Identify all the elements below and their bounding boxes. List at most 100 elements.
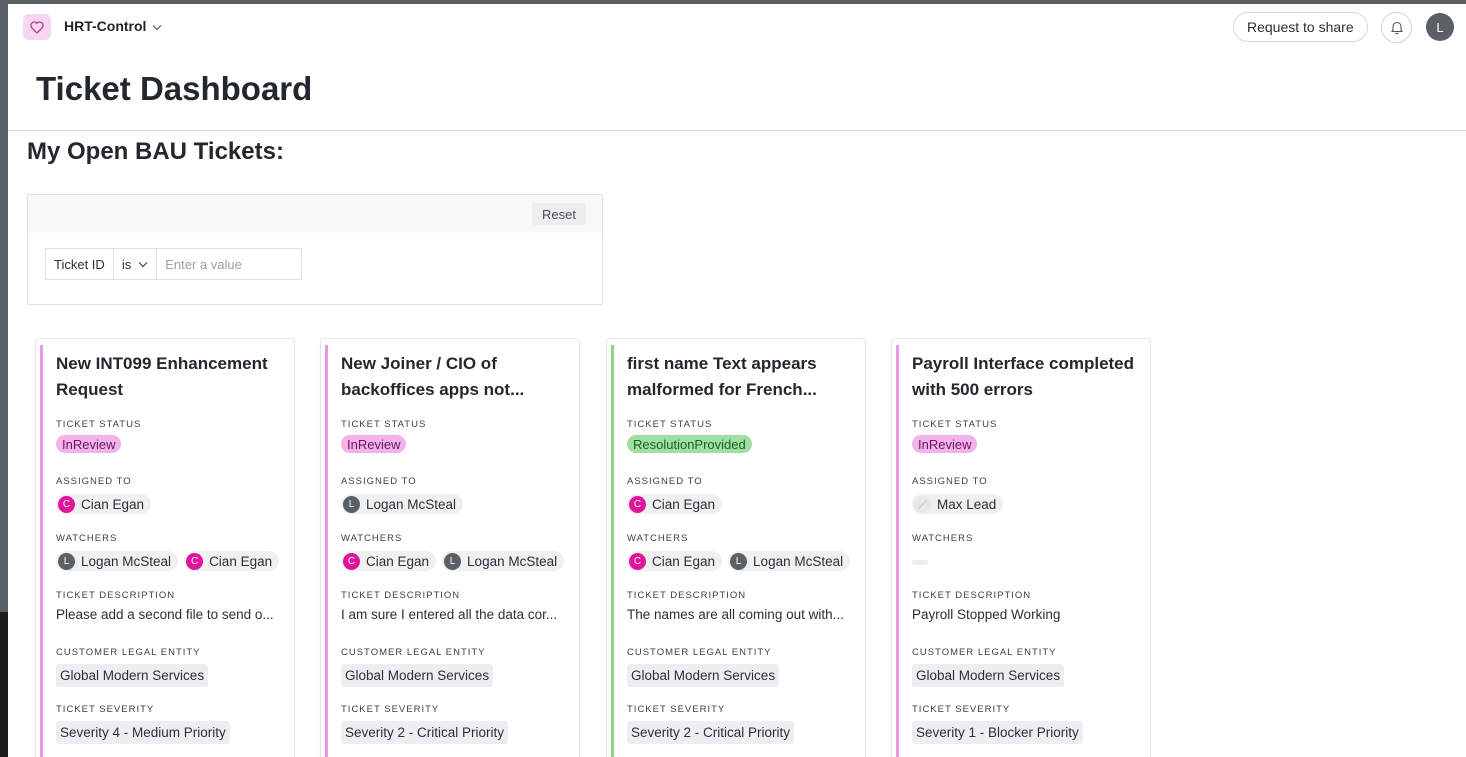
user-name: Cian Egan [366, 553, 430, 569]
user-chip[interactable]: Max Lead [912, 494, 1004, 514]
assigned-to-label: ASSIGNED TO [627, 476, 703, 487]
ticket-title: New INT099 Enhancement Request [56, 354, 268, 399]
avatar: L [444, 552, 462, 570]
ticket-status-label: TICKET STATUS [341, 419, 427, 430]
section-title: My Open BAU Tickets: [27, 138, 284, 165]
status-badge: InReview [912, 435, 978, 453]
user-chip[interactable]: C Cian Egan [627, 551, 723, 571]
filter-row: Ticket ID is Enter a value [45, 248, 303, 280]
user-name: Cian Egan [652, 553, 716, 569]
ticket-severity: Severity 2 - Critical Priority [341, 721, 509, 744]
app-switcher[interactable]: HRT-Control [64, 18, 162, 34]
customer-legal-entity: Global Modern Services [627, 664, 780, 687]
assigned-to: L Logan McSteal [341, 494, 464, 514]
reset-button[interactable]: Reset [532, 203, 586, 225]
avatar: C [343, 552, 360, 570]
avatar-placeholder-icon [914, 495, 931, 513]
filter-operator-select[interactable]: is [113, 248, 158, 280]
page-title: Ticket Dashboard [36, 70, 313, 107]
user-name: Logan McSteal [366, 496, 457, 512]
ticket-title: Payroll Interface completed with 500 err… [912, 354, 1135, 399]
ticket-severity: Severity 2 - Critical Priority [627, 721, 795, 744]
customer-legal-entity: Global Modern Services [912, 664, 1065, 687]
user-name: Cian Egan [209, 553, 273, 569]
user-name: Logan McSteal [467, 553, 558, 569]
customer-legal-entity: Global Modern Services [56, 664, 209, 687]
user-name: Max Lead [937, 496, 997, 512]
filter-header: Reset [28, 195, 602, 233]
watchers-list: C Cian Egan L Logan McSteal [341, 551, 565, 571]
assigned-to-label: ASSIGNED TO [912, 476, 988, 487]
ticket-severity: Severity 4 - Medium Priority [56, 721, 230, 744]
user-name: Logan McSteal [81, 553, 172, 569]
user-name: Cian Egan [81, 496, 145, 512]
ticket-card[interactable]: New Joiner / CIO of backoffices apps not… [320, 338, 580, 757]
filter-value-input[interactable]: Enter a value [157, 248, 303, 280]
assigned-to: C Cian Egan [56, 494, 152, 514]
ticket-description-label: TICKET DESCRIPTION [56, 590, 176, 601]
watchers-label: WATCHERS [912, 533, 974, 544]
desktop-edge [0, 612, 8, 757]
customer-legal-entity: Global Modern Services [341, 664, 494, 687]
user-avatar[interactable]: L [1426, 13, 1454, 41]
user-chip[interactable]: C Cian Egan [56, 494, 152, 514]
user-name: Logan McSteal [753, 553, 844, 569]
ticket-severity-label: TICKET SEVERITY [912, 704, 1011, 715]
bell-icon[interactable] [1381, 12, 1412, 43]
ticket-description-label: TICKET DESCRIPTION [912, 590, 1032, 601]
user-chip[interactable]: L Logan McSteal [728, 551, 851, 571]
assigned-to: Max Lead [912, 494, 1004, 514]
user-chip[interactable]: C Cian Egan [627, 494, 723, 514]
heart-icon[interactable] [23, 14, 51, 40]
ticket-status-label: TICKET STATUS [912, 419, 998, 430]
avatar: L [730, 552, 748, 570]
top-bar: HRT-Control Request to share L [8, 4, 1466, 50]
app-frame: HRT-Control Request to share L Ticket Da… [8, 4, 1466, 757]
user-chip[interactable]: C Cian Egan [341, 551, 437, 571]
watchers-list: L Logan McSteal C Cian Egan [56, 551, 280, 571]
app-name: HRT-Control [64, 18, 147, 34]
ticket-card[interactable]: first name Text appears malformed for Fr… [606, 338, 866, 757]
ticket-card[interactable]: New INT099 Enhancement Request TICKET STA… [35, 338, 295, 757]
empty-watchers [912, 560, 928, 565]
status-accent-bar [325, 345, 328, 757]
ticket-severity-label: TICKET SEVERITY [341, 704, 440, 715]
divider [8, 130, 1466, 131]
ticket-description-label: TICKET DESCRIPTION [627, 590, 747, 601]
status-badge: InReview [341, 435, 407, 453]
user-chip[interactable]: C Cian Egan [184, 551, 280, 571]
ticket-description: Please add a second file to send o... [56, 607, 274, 622]
ticket-severity: Severity 1 - Blocker Priority [912, 721, 1083, 744]
user-chip[interactable]: L Logan McSteal [56, 551, 179, 571]
assigned-to-label: ASSIGNED TO [341, 476, 417, 487]
status-badge: ResolutionProvided [627, 435, 752, 453]
ticket-severity-label: TICKET SEVERITY [627, 704, 726, 715]
customer-legal-entity-label: CUSTOMER LEGAL ENTITY [341, 647, 486, 658]
watchers-label: WATCHERS [341, 533, 403, 544]
ticket-severity-label: TICKET SEVERITY [56, 704, 155, 715]
ticket-title: first name Text appears malformed for Fr… [627, 354, 817, 399]
avatar: C [629, 495, 646, 513]
watchers-label: WATCHERS [56, 533, 118, 544]
assigned-to-label: ASSIGNED TO [56, 476, 132, 487]
request-to-share-button[interactable]: Request to share [1233, 12, 1368, 42]
ticket-status-label: TICKET STATUS [627, 419, 713, 430]
user-chip[interactable]: L Logan McSteal [442, 551, 565, 571]
ticket-description: The names are all coming out with... [627, 607, 844, 622]
assigned-to: C Cian Egan [627, 494, 723, 514]
ticket-status-label: TICKET STATUS [56, 419, 142, 430]
status-badge: InReview [56, 435, 122, 453]
status-accent-bar [896, 345, 899, 757]
chevron-down-icon [138, 261, 148, 267]
customer-legal-entity-label: CUSTOMER LEGAL ENTITY [912, 647, 1057, 658]
filter-field-select[interactable]: Ticket ID [45, 248, 114, 280]
avatar: C [186, 552, 204, 570]
user-chip[interactable]: L Logan McSteal [341, 494, 464, 514]
customer-legal-entity-label: CUSTOMER LEGAL ENTITY [56, 647, 201, 658]
watchers-label: WATCHERS [627, 533, 689, 544]
avatar: L [343, 495, 360, 513]
ticket-card[interactable]: Payroll Interface completed with 500 err… [891, 338, 1151, 757]
filter-operator-label: is [121, 256, 132, 272]
avatar: C [58, 495, 75, 513]
user-name: Cian Egan [652, 496, 716, 512]
